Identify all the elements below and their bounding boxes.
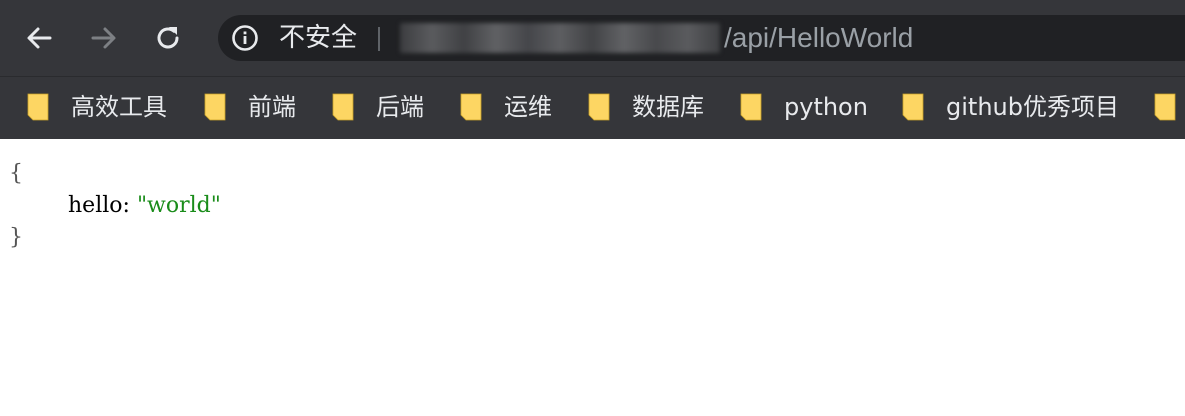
separator bbox=[378, 27, 380, 51]
address-bar[interactable]: 不安全 /api/HelloWorld bbox=[218, 15, 1185, 61]
json-colon: : bbox=[122, 193, 130, 218]
bookmark-folder[interactable]: 高效工具 bbox=[27, 87, 167, 127]
bookmark-folder[interactable]: 数据库 bbox=[588, 87, 704, 127]
json-close-brace: } bbox=[9, 225, 23, 250]
json-open-brace: { bbox=[9, 161, 23, 186]
folder-icon bbox=[1154, 93, 1176, 121]
reload-button[interactable] bbox=[148, 18, 188, 58]
forward-button[interactable] bbox=[84, 18, 124, 58]
browser-toolbar: 不安全 /api/HelloWorld bbox=[0, 0, 1185, 76]
back-button[interactable] bbox=[19, 18, 59, 58]
bookmark-folder[interactable]: 前端 bbox=[204, 87, 296, 127]
browser-chrome: 不安全 /api/HelloWorld 高效工具 前端 后端 运维 数据库 py… bbox=[0, 0, 1185, 139]
bookmark-folder[interactable]: 运维 bbox=[460, 87, 552, 127]
reload-icon bbox=[157, 27, 179, 49]
bookmark-folder[interactable]: python bbox=[740, 87, 868, 127]
arrow-right-icon bbox=[91, 27, 116, 49]
json-key: hello bbox=[68, 193, 123, 218]
folder-icon bbox=[204, 93, 226, 121]
json-string-value: "world" bbox=[136, 193, 221, 218]
bookmark-label: github优秀项目 bbox=[946, 93, 1119, 121]
bookmark-label: 前端 bbox=[248, 93, 296, 121]
bookmark-label: python bbox=[784, 93, 868, 121]
json-viewer: { hello: "world" } bbox=[9, 158, 221, 254]
info-icon[interactable] bbox=[231, 24, 259, 52]
bookmarks-bar: 高效工具 前端 后端 运维 数据库 python github优秀项目 bbox=[0, 76, 1185, 139]
security-label[interactable]: 不安全 bbox=[279, 22, 357, 54]
bookmark-folder[interactable] bbox=[1154, 87, 1185, 127]
bookmark-folder[interactable]: 后端 bbox=[332, 87, 424, 127]
url-path[interactable]: /api/HelloWorld bbox=[724, 20, 913, 56]
page-content: { hello: "world" } bbox=[0, 140, 1185, 416]
folder-icon bbox=[902, 93, 924, 121]
bookmark-label: 数据库 bbox=[632, 93, 704, 121]
folder-icon bbox=[460, 93, 482, 121]
bookmark-folder[interactable]: github优秀项目 bbox=[902, 87, 1119, 127]
folder-icon bbox=[27, 93, 49, 121]
folder-icon bbox=[332, 93, 354, 121]
arrow-left-icon bbox=[27, 27, 52, 49]
folder-icon bbox=[588, 93, 610, 121]
folder-icon bbox=[740, 93, 762, 121]
bookmark-label: 高效工具 bbox=[71, 93, 167, 121]
redacted-host bbox=[400, 23, 720, 53]
bookmark-label: 运维 bbox=[504, 93, 552, 121]
bookmark-label: 后端 bbox=[376, 93, 424, 121]
